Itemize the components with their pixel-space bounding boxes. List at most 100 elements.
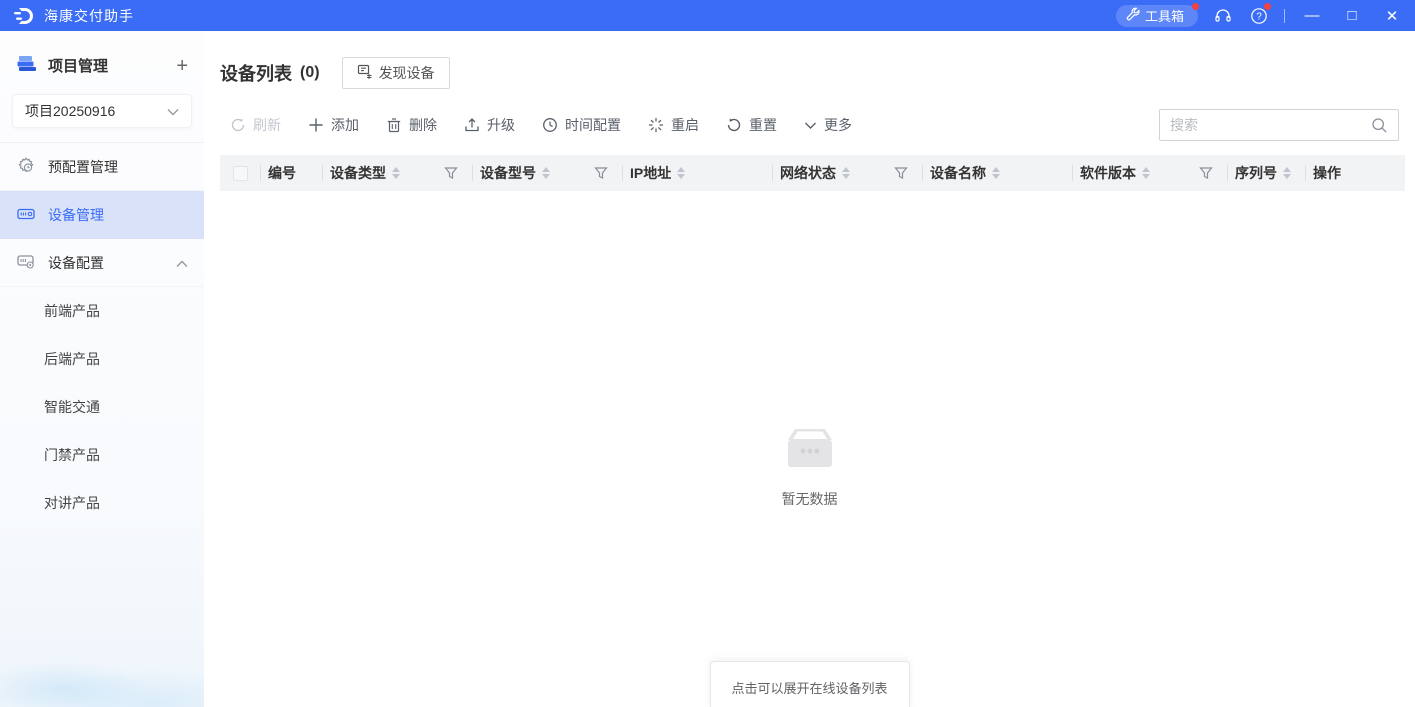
toolbox-badge <box>1192 3 1199 10</box>
maximize-button[interactable]: □ <box>1339 5 1365 27</box>
project-selector-value: 项目20250916 <box>25 101 115 121</box>
search-input[interactable] <box>1160 117 1367 133</box>
column-label: 编号 <box>268 163 296 183</box>
sidebar-item-label: 设备配置 <box>48 253 104 273</box>
online-device-list-expander[interactable]: 点击可以展开在线设备列表 <box>710 661 910 707</box>
filter-icon[interactable] <box>594 166 608 180</box>
project-header: 项目管理 + <box>0 31 204 90</box>
project-selector[interactable]: 项目20250916 <box>12 94 192 128</box>
header-cell-ip: IP地址 <box>622 155 772 191</box>
header-cell-checkbox <box>220 155 260 191</box>
minimize-button[interactable]: — <box>1299 5 1325 27</box>
clock-icon <box>542 117 558 133</box>
refresh-button[interactable]: 刷新 <box>230 115 281 135</box>
toolbox-label: 工具箱 <box>1145 6 1184 25</box>
refresh-icon <box>230 117 246 133</box>
sort-icon[interactable] <box>1283 167 1291 179</box>
page-title: 设备列表 <box>220 60 292 86</box>
close-button[interactable]: ✕ <box>1379 5 1405 27</box>
filter-icon[interactable] <box>444 166 458 180</box>
sidebar-subitem-backend[interactable]: 后端产品 <box>0 335 204 383</box>
sort-icon[interactable] <box>842 167 850 179</box>
column-label: 操作 <box>1313 163 1341 183</box>
header-cell-network-status: 网络状态 <box>772 155 922 191</box>
reset-button[interactable]: 重置 <box>726 115 777 135</box>
add-project-button[interactable]: + <box>176 56 188 76</box>
reset-icon <box>726 117 742 133</box>
sidebar-subitem-traffic[interactable]: 智能交通 <box>0 383 204 431</box>
main-content: 设备列表 (0) 发现设备 <box>204 31 1415 707</box>
wrench-icon <box>1126 7 1140 24</box>
sidebar-subitem-intercom[interactable]: 对讲产品 <box>0 479 204 527</box>
sort-icon[interactable] <box>392 167 400 179</box>
more-button[interactable]: 更多 <box>804 115 852 135</box>
table-header: 编号 设备类型 设备型号 IP地址 网络状态 <box>220 155 1405 191</box>
sort-icon[interactable] <box>542 167 550 179</box>
add-label: 添加 <box>331 115 359 135</box>
column-label: 设备名称 <box>930 163 986 183</box>
online-device-list-hint: 点击可以展开在线设备列表 <box>731 678 887 697</box>
time-config-button[interactable]: 时间配置 <box>542 115 621 135</box>
device-count: (0) <box>300 64 320 82</box>
delete-label: 删除 <box>409 115 437 135</box>
header-cell-operation: 操作 <box>1305 155 1405 191</box>
sort-icon[interactable] <box>1142 167 1150 179</box>
search-box <box>1159 109 1399 141</box>
header-cell-device-name: 设备名称 <box>922 155 1072 191</box>
gear-clock-icon <box>16 155 36 178</box>
header-cell-serial-number: 序列号 <box>1227 155 1305 191</box>
sidebar-item-device-management[interactable]: 设备管理 <box>0 191 204 239</box>
delete-button[interactable]: 删除 <box>386 115 437 135</box>
sidebar-item-preconfig[interactable]: 预配置管理 <box>0 143 204 191</box>
add-button[interactable]: 添加 <box>308 115 359 135</box>
restart-button[interactable]: 重启 <box>648 115 699 135</box>
select-all-checkbox[interactable] <box>233 166 248 181</box>
help-badge <box>1264 3 1271 10</box>
toolbox-button[interactable]: 工具箱 <box>1116 5 1198 27</box>
device-gear-icon <box>16 251 36 274</box>
sidebar-subitem-access[interactable]: 门禁产品 <box>0 431 204 479</box>
upgrade-label: 升级 <box>487 115 515 135</box>
restart-icon <box>648 117 664 133</box>
chevron-up-icon <box>176 255 188 271</box>
filter-icon[interactable] <box>894 166 908 180</box>
column-label: 序列号 <box>1235 163 1277 183</box>
header-cell-software-version: 软件版本 <box>1072 155 1227 191</box>
refresh-label: 刷新 <box>253 115 281 135</box>
upload-icon <box>464 117 480 133</box>
svg-text:?: ? <box>1256 11 1262 22</box>
search-icon[interactable] <box>1367 117 1398 134</box>
discover-icon <box>357 64 373 83</box>
support-headset-icon[interactable] <box>1212 5 1234 27</box>
empty-text: 暂无数据 <box>782 489 838 509</box>
restart-label: 重启 <box>671 115 699 135</box>
trash-icon <box>386 117 402 133</box>
titlebar-divider <box>1284 9 1285 23</box>
header-cell-number: 编号 <box>260 155 322 191</box>
column-label: 设备型号 <box>480 163 536 183</box>
sort-icon[interactable] <box>992 167 1000 179</box>
filter-icon[interactable] <box>1199 166 1213 180</box>
sidebar-item-label: 设备管理 <box>48 205 104 225</box>
empty-box-icon <box>785 426 835 475</box>
upgrade-button[interactable]: 升级 <box>464 115 515 135</box>
discover-label: 发现设备 <box>379 63 435 83</box>
column-label: 网络状态 <box>780 163 836 183</box>
reset-label: 重置 <box>749 115 777 135</box>
sidebar-subitem-frontend[interactable]: 前端产品 <box>0 287 204 335</box>
discover-devices-button[interactable]: 发现设备 <box>342 57 450 89</box>
column-label: 设备类型 <box>330 163 386 183</box>
app-title: 海康交付助手 <box>44 6 134 26</box>
device-box-icon <box>16 204 36 227</box>
help-icon[interactable]: ? <box>1248 5 1270 27</box>
project-section-title: 项目管理 <box>48 55 108 76</box>
empty-state: 暂无数据 <box>204 426 1415 509</box>
more-label: 更多 <box>824 115 852 135</box>
project-icon <box>16 53 38 78</box>
chevron-down-icon <box>804 121 817 130</box>
sidebar-item-device-config[interactable]: 设备配置 <box>0 239 204 287</box>
sort-icon[interactable] <box>677 167 685 179</box>
toolbar: 刷新 添加 删除 <box>204 101 1415 151</box>
header-cell-device-type: 设备类型 <box>322 155 472 191</box>
column-label: IP地址 <box>630 163 671 183</box>
